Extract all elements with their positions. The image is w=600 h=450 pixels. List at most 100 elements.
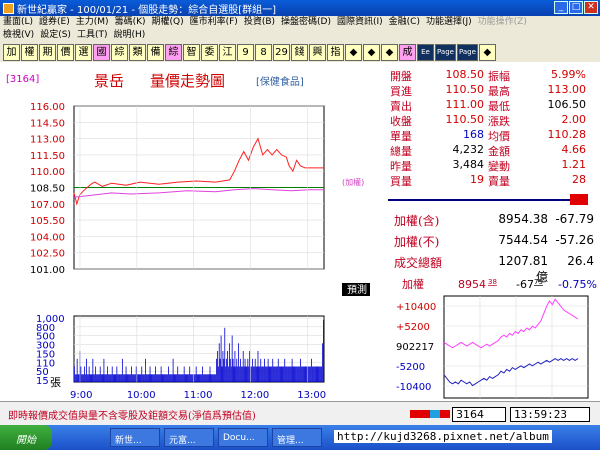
volume-bar	[190, 374, 192, 383]
menu-item[interactable]: 匯市利率(F)	[190, 16, 238, 29]
volume-bar	[238, 343, 240, 383]
toolbar-button[interactable]: 委	[201, 43, 218, 61]
price-volume-chart[interactable]: 116.00 114.50 113.00 111.50 110.00 108.50 107.…	[2, 64, 386, 401]
menu-row-2: 檢視(V) 設定(S) 工具(T) 說明(H)	[0, 29, 600, 42]
volume-bar	[313, 366, 315, 382]
volume-bar	[202, 366, 204, 382]
taskbar-item[interactable]: 元富...	[164, 428, 214, 447]
volume-bar	[99, 366, 101, 382]
volume-bar	[118, 374, 120, 383]
menu-bar: 畫面(L) 證券(E) 主力(M) 籌碼(K) 期權(Q) 匯市利率(F) 投資(B) 操盤密…	[0, 16, 600, 42]
menu-item[interactable]: 功能選擇(J)	[426, 16, 472, 29]
volume-bar	[244, 358, 246, 383]
menu-item[interactable]: 畫面(L)	[3, 16, 33, 29]
toolbar-button[interactable]: 期	[39, 43, 56, 61]
volume-bar	[151, 374, 153, 383]
menu-item[interactable]: 籌碼(K)	[115, 16, 146, 29]
toolbar-button[interactable]: 8	[255, 43, 272, 61]
toolbar-button[interactable]: 選	[75, 43, 92, 61]
volume-bar	[259, 366, 261, 382]
taskbar-item[interactable]: Docu...	[218, 428, 268, 447]
volume-bar	[229, 358, 231, 383]
toolbar-button[interactable]: Ee	[417, 43, 434, 61]
toolbar-button[interactable]: 備	[147, 43, 164, 61]
menu-item[interactable]: 證券(E)	[39, 16, 70, 29]
menu-item[interactable]: 國際資訊(I)	[337, 16, 383, 29]
volume-bar	[200, 374, 202, 383]
menu-item[interactable]: 期權(Q)	[152, 16, 184, 29]
toolbar-button[interactable]: 錢	[291, 43, 308, 61]
toolbar-button[interactable]: 成	[399, 43, 416, 61]
toolbar-button[interactable]: 指	[327, 43, 344, 61]
price-volume-chart-panel: [3164] 景岳 量價走勢圖 [保健食品] 116.00 114.50 113.0…	[2, 64, 386, 401]
quote-label: 最高	[488, 85, 510, 98]
volume-bar	[288, 366, 290, 382]
start-button[interactable]: 開始	[0, 425, 52, 450]
toolbar-button[interactable]: ◆	[345, 43, 362, 61]
price-tick-label: 105.50	[30, 216, 65, 227]
toolbar-button[interactable]: Page	[456, 43, 478, 61]
volume-bar	[100, 374, 102, 383]
taiex-mini-chart[interactable]: 加權 8954 38 -67 79 -0.75% +10400 +5200 9022…	[388, 276, 598, 401]
price-tick-label: 107.00	[30, 200, 65, 211]
menu-item[interactable]: 說明(H)	[113, 29, 145, 42]
quote-value: 106.50	[547, 98, 587, 111]
quote-label: 收盤	[390, 115, 412, 128]
watermark-url: http://kujd3268.pixnet.net/album	[334, 430, 552, 443]
quote-label: 漲跌	[488, 115, 510, 128]
menu-item[interactable]: 設定(S)	[40, 29, 71, 42]
volume-bar	[236, 358, 238, 383]
close-button[interactable]: ✕	[584, 1, 598, 14]
index-label: 成交總額	[394, 256, 443, 270]
toolbar-button[interactable]: 江	[219, 43, 236, 61]
taskbar-item[interactable]: 管理...	[272, 428, 322, 447]
volume-bar	[275, 366, 276, 382]
toolbar-button[interactable]: 加	[3, 43, 20, 61]
volume-bar	[283, 366, 285, 382]
volume-bar	[297, 366, 299, 382]
volume-bar	[86, 374, 88, 383]
toolbar-button[interactable]: 興	[309, 43, 326, 61]
menu-item[interactable]: 功能操作(Z)	[478, 16, 527, 29]
toolbar-button[interactable]: ◆	[478, 43, 496, 61]
toolbar-button[interactable]: 29	[273, 43, 290, 61]
toolbar-button[interactable]: Page	[435, 43, 456, 61]
menu-item[interactable]: 投資(B)	[244, 16, 275, 29]
volume-bar	[291, 358, 293, 383]
volume-bar	[205, 374, 206, 383]
menu-item[interactable]: 檢視(V)	[3, 29, 34, 42]
volume-bar	[185, 374, 187, 383]
toolbar-button[interactable]: ◆	[381, 43, 398, 61]
toolbar-button[interactable]: ◆	[363, 43, 380, 61]
quote-value: 5.99%	[551, 68, 586, 81]
volume-bar	[158, 374, 160, 383]
toolbar-button[interactable]: 價	[57, 43, 74, 61]
volume-bar	[196, 374, 198, 383]
minimize-button[interactable]: _	[554, 1, 568, 14]
maximize-button[interactable]: □	[569, 1, 583, 14]
quote-label: 買進	[390, 85, 412, 98]
volume-bar	[266, 366, 268, 382]
toolbar-button[interactable]: 9	[237, 43, 254, 61]
toolbar-button[interactable]: 類	[129, 43, 146, 61]
volume-bar	[288, 366, 289, 382]
toolbar-button[interactable]: 綜	[165, 43, 182, 61]
toolbar-button[interactable]: 綜	[111, 43, 128, 61]
menu-item[interactable]: 工具(T)	[77, 29, 108, 42]
divider-marker	[570, 194, 588, 205]
toolbar-button[interactable]: 國	[93, 43, 110, 61]
toolbar-button[interactable]: 權	[21, 43, 38, 61]
volume-bar	[160, 366, 162, 382]
quote-label: 賣出	[390, 100, 412, 113]
volume-bar	[245, 366, 247, 382]
menu-item[interactable]: 金融(C)	[389, 16, 420, 29]
volume-bar	[157, 374, 159, 383]
toolbar-button[interactable]: 智	[183, 43, 200, 61]
volume-bar	[268, 366, 270, 382]
mini-chart-percent: -0.75%	[558, 278, 597, 291]
quote-value: 3,484	[452, 158, 485, 171]
taskbar-item[interactable]: 新世...	[110, 428, 160, 447]
status-stock-code[interactable]: 3164	[452, 407, 506, 422]
menu-item[interactable]: 主力(M)	[76, 16, 109, 29]
menu-item[interactable]: 操盤密碼(D)	[281, 16, 331, 29]
